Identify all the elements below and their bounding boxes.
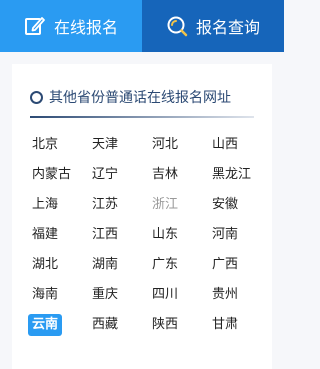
province-link[interactable]: 河北: [148, 134, 182, 156]
province-link[interactable]: 上海: [28, 194, 62, 216]
edit-icon: [24, 15, 46, 37]
province-link[interactable]: 黑龙江: [208, 164, 255, 186]
province-link-active[interactable]: 云南: [28, 314, 63, 336]
province-link[interactable]: 重庆: [88, 284, 122, 306]
province-link[interactable]: 山东: [148, 224, 182, 246]
tab-bar: 在线报名 报名查询: [0, 0, 284, 52]
province-link[interactable]: 陕西: [148, 314, 182, 336]
province-link[interactable]: 广东: [148, 254, 182, 276]
province-link[interactable]: 海南: [28, 284, 62, 306]
circle-bullet-icon: [30, 90, 43, 104]
province-link[interactable]: 贵州: [208, 284, 242, 306]
province-link[interactable]: 湖南: [88, 254, 122, 276]
province-link[interactable]: 安徽: [208, 194, 242, 216]
province-link[interactable]: 西藏: [88, 314, 122, 336]
province-link[interactable]: 北京: [28, 134, 62, 156]
province-link[interactable]: 辽宁: [88, 164, 122, 186]
province-link[interactable]: 江西: [88, 224, 122, 246]
tab-online-label: 在线报名: [53, 18, 118, 37]
province-link[interactable]: 广西: [208, 254, 242, 276]
province-link[interactable]: 吉林: [148, 164, 182, 186]
province-link[interactable]: 四川: [148, 284, 182, 306]
province-link[interactable]: 天津: [88, 134, 122, 156]
tab-online-registration[interactable]: 在线报名: [0, 0, 142, 52]
province-link[interactable]: 湖北: [28, 254, 62, 276]
section-title: 其他省份普通话在线报名网址: [49, 90, 231, 106]
tab-registration-query[interactable]: 报名查询: [142, 0, 284, 52]
province-grid: 北京 天津 河北 山西 内蒙古 辽宁 吉林 黑龙江 上海 江苏 浙江 安徽 福建…: [28, 130, 268, 340]
province-link[interactable]: 内蒙古: [28, 164, 75, 186]
province-panel: 其他省份普通话在线报名网址 北京 天津 河北 山西 内蒙古 辽宁 吉林 黑龙江 …: [12, 64, 272, 369]
tab-query-label: 报名查询: [195, 18, 260, 37]
section-header: 其他省份普通话在线报名网址: [30, 85, 272, 109]
search-icon: [166, 15, 188, 37]
province-link[interactable]: 甘肃: [208, 314, 242, 336]
province-link-disabled: 浙江: [152, 197, 179, 212]
province-link[interactable]: 河南: [208, 224, 242, 246]
province-link[interactable]: 山西: [208, 134, 242, 156]
province-link[interactable]: 福建: [28, 224, 62, 246]
province-link[interactable]: 江苏: [88, 194, 122, 216]
section-divider: [30, 116, 254, 118]
